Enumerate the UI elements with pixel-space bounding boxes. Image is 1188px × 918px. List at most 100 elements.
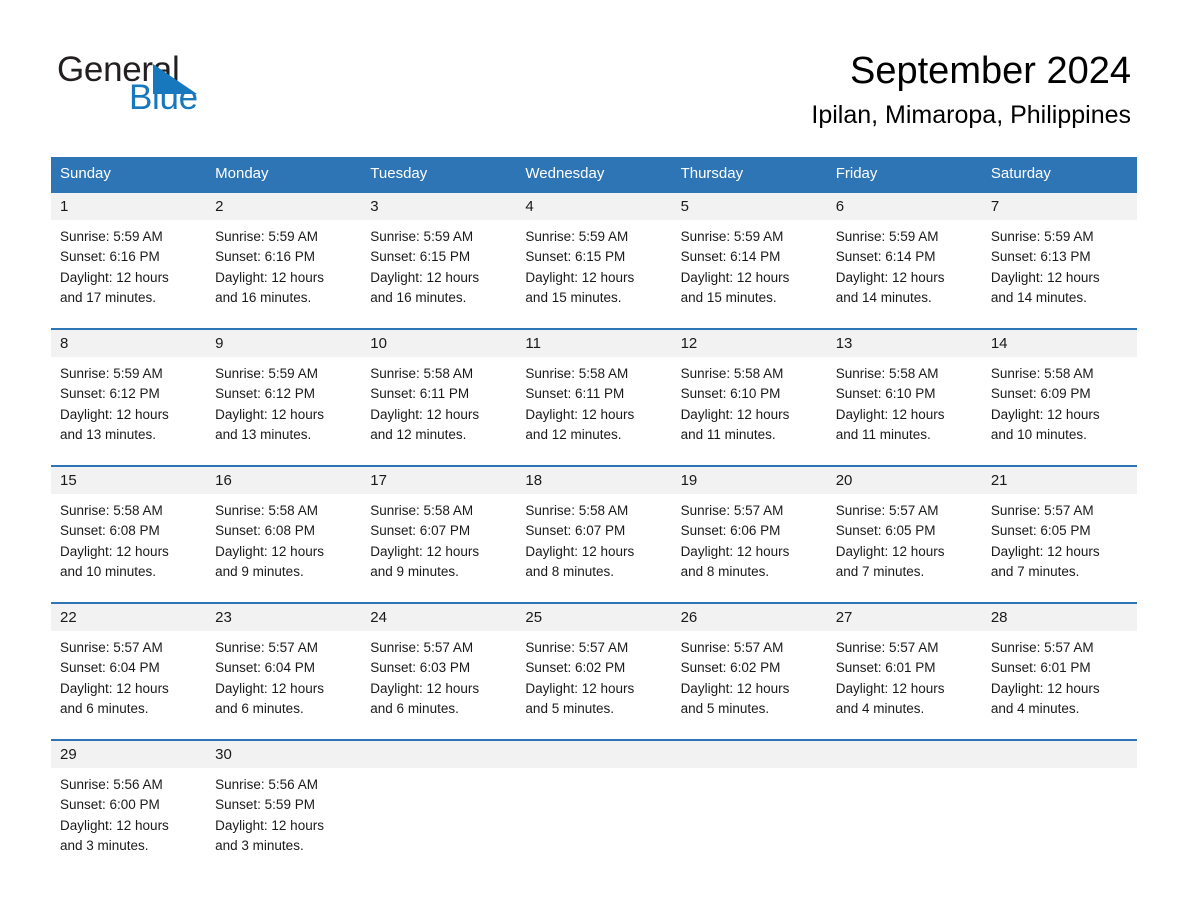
daylight-text-line2: and 10 minutes. [990, 426, 1087, 442]
day-number[interactable]: 1 [51, 193, 206, 220]
daylight-text-line2: and 7 minutes. [835, 563, 925, 579]
daylight-text-line2: and 12 minutes. [525, 426, 622, 442]
daylight-text-line2: and 16 minutes. [370, 289, 467, 305]
day-cell[interactable]: Sunrise: 5:57 AM Sunset: 6:05 PM Dayligh… [982, 494, 1137, 602]
day-cell[interactable]: Sunrise: 5:59 AM Sunset: 6:15 PM Dayligh… [361, 220, 516, 328]
day-number[interactable]: 9 [206, 330, 361, 357]
day-cell[interactable]: Sunrise: 5:57 AM Sunset: 6:01 PM Dayligh… [982, 631, 1137, 739]
sunset-text: Sunset: 6:14 PM [835, 249, 936, 265]
day-number[interactable]: 17 [361, 467, 516, 494]
day-number[interactable]: 18 [516, 467, 671, 494]
sunrise-text: Sunrise: 5:58 AM [680, 366, 784, 381]
day-number[interactable]: 19 [672, 467, 827, 494]
day-number[interactable]: 7 [982, 193, 1137, 220]
daylight-text-line1: Daylight: 12 hours [370, 543, 480, 559]
day-number[interactable]: 23 [206, 604, 361, 631]
day-number[interactable]: 29 [51, 741, 206, 768]
week-daynumber-band: 1 2 3 4 5 6 7 [51, 193, 1137, 220]
daylight-text-line1: Daylight: 12 hours [60, 817, 169, 833]
daylight-text-line2: and 17 minutes. [60, 289, 157, 305]
day-cell[interactable]: Sunrise: 5:59 AM Sunset: 6:14 PM Dayligh… [672, 220, 827, 328]
daylight-text-line1: Daylight: 12 hours [835, 543, 945, 559]
day-cell[interactable]: Sunrise: 5:58 AM Sunset: 6:07 PM Dayligh… [516, 494, 671, 602]
sunset-text: Sunset: 5:59 PM [215, 797, 315, 813]
daylight-text-line2: and 11 minutes. [835, 426, 931, 442]
daylight-text-line2: and 8 minutes. [525, 563, 614, 579]
day-cell[interactable]: Sunrise: 5:59 AM Sunset: 6:12 PM Dayligh… [206, 357, 361, 465]
day-cell[interactable]: Sunrise: 5:57 AM Sunset: 6:05 PM Dayligh… [827, 494, 982, 602]
daylight-text-line2: and 15 minutes. [680, 289, 777, 305]
day-cell[interactable]: Sunrise: 5:59 AM Sunset: 6:16 PM Dayligh… [51, 220, 206, 328]
daylight-text-line2: and 4 minutes. [835, 700, 925, 716]
day-number[interactable]: 11 [516, 330, 671, 357]
day-number[interactable]: 12 [672, 330, 827, 357]
day-number[interactable]: 22 [51, 604, 206, 631]
day-cell[interactable]: Sunrise: 5:58 AM Sunset: 6:10 PM Dayligh… [672, 357, 827, 465]
sunrise-text: Sunrise: 5:57 AM [835, 503, 939, 518]
day-cell[interactable]: Sunrise: 5:59 AM Sunset: 6:14 PM Dayligh… [827, 220, 982, 328]
calendar-week-row: 15 16 17 18 19 20 21 Sunrise: 5:58 AM Su… [51, 465, 1137, 602]
calendar-table: Sunday Monday Tuesday Wednesday Thursday… [51, 157, 1137, 880]
day-cell[interactable]: Sunrise: 5:58 AM Sunset: 6:09 PM Dayligh… [982, 357, 1137, 465]
sunrise-text: Sunrise: 5:59 AM [215, 366, 318, 381]
logo-general-blue[interactable]: General Blue [57, 50, 357, 120]
day-number[interactable]: 16 [206, 467, 361, 494]
day-number[interactable]: 8 [51, 330, 206, 357]
day-cell[interactable]: Sunrise: 5:57 AM Sunset: 6:02 PM Dayligh… [516, 631, 671, 739]
daylight-text-line1: Daylight: 12 hours [835, 269, 945, 285]
sunset-text: Sunset: 6:02 PM [525, 660, 626, 676]
sunrise-text: Sunrise: 5:59 AM [215, 229, 318, 244]
daylight-text-line2: and 5 minutes. [525, 700, 614, 716]
day-number[interactable]: 27 [827, 604, 982, 631]
day-number[interactable]: 6 [827, 193, 982, 220]
day-cell[interactable]: Sunrise: 5:58 AM Sunset: 6:08 PM Dayligh… [206, 494, 361, 602]
day-number[interactable]: 28 [982, 604, 1137, 631]
day-number[interactable]: 24 [361, 604, 516, 631]
day-cell[interactable]: Sunrise: 5:58 AM Sunset: 6:07 PM Dayligh… [361, 494, 516, 602]
day-number[interactable]: 21 [982, 467, 1137, 494]
day-cell[interactable]: Sunrise: 5:58 AM Sunset: 6:11 PM Dayligh… [361, 357, 516, 465]
day-number[interactable]: 30 [206, 741, 361, 768]
day-number[interactable]: 3 [361, 193, 516, 220]
daylight-text-line1: Daylight: 12 hours [215, 817, 324, 833]
day-cell[interactable]: Sunrise: 5:56 AM Sunset: 5:59 PM Dayligh… [206, 768, 361, 880]
sunset-text: Sunset: 6:02 PM [680, 660, 781, 676]
daylight-text-line1: Daylight: 12 hours [60, 680, 169, 696]
daylight-text-line1: Daylight: 12 hours [60, 269, 169, 285]
day-cell[interactable]: Sunrise: 5:57 AM Sunset: 6:03 PM Dayligh… [361, 631, 516, 739]
day-cell[interactable]: Sunrise: 5:57 AM Sunset: 6:04 PM Dayligh… [206, 631, 361, 739]
day-cell[interactable]: Sunrise: 5:59 AM Sunset: 6:15 PM Dayligh… [516, 220, 671, 328]
daylight-text-line2: and 13 minutes. [60, 426, 157, 442]
day-cell[interactable]: Sunrise: 5:58 AM Sunset: 6:10 PM Dayligh… [827, 357, 982, 465]
day-cell[interactable]: Sunrise: 5:56 AM Sunset: 6:00 PM Dayligh… [51, 768, 206, 880]
day-cell[interactable]: Sunrise: 5:57 AM Sunset: 6:02 PM Dayligh… [672, 631, 827, 739]
sunset-text: Sunset: 6:12 PM [60, 386, 160, 402]
weekday-header-thursday: Thursday [680, 165, 744, 182]
sunrise-text: Sunrise: 5:57 AM [680, 640, 784, 655]
day-cell[interactable]: Sunrise: 5:57 AM Sunset: 6:01 PM Dayligh… [827, 631, 982, 739]
weekday-header-sunday: Sunday [60, 165, 111, 182]
sunset-text: Sunset: 6:08 PM [60, 523, 160, 539]
daylight-text-line1: Daylight: 12 hours [525, 269, 635, 285]
day-number[interactable]: 4 [516, 193, 671, 220]
day-cell[interactable]: Sunrise: 5:59 AM Sunset: 6:16 PM Dayligh… [206, 220, 361, 328]
day-number[interactable]: 2 [206, 193, 361, 220]
day-cell[interactable]: Sunrise: 5:57 AM Sunset: 6:04 PM Dayligh… [51, 631, 206, 739]
day-cell[interactable]: Sunrise: 5:57 AM Sunset: 6:06 PM Dayligh… [672, 494, 827, 602]
day-number[interactable]: 25 [516, 604, 671, 631]
day-cell-empty [982, 768, 1137, 880]
logo-text-blue: Blue [129, 78, 198, 117]
day-number[interactable]: 14 [982, 330, 1137, 357]
day-cell[interactable]: Sunrise: 5:58 AM Sunset: 6:08 PM Dayligh… [51, 494, 206, 602]
day-number[interactable]: 10 [361, 330, 516, 357]
day-cell[interactable]: Sunrise: 5:59 AM Sunset: 6:12 PM Dayligh… [51, 357, 206, 465]
day-number[interactable]: 26 [672, 604, 827, 631]
day-number[interactable]: 15 [51, 467, 206, 494]
day-number[interactable]: 13 [827, 330, 982, 357]
daylight-text-line2: and 10 minutes. [60, 563, 157, 579]
sunrise-text: Sunrise: 5:59 AM [990, 229, 1094, 244]
day-cell[interactable]: Sunrise: 5:59 AM Sunset: 6:13 PM Dayligh… [982, 220, 1137, 328]
day-number[interactable]: 5 [672, 193, 827, 220]
day-number[interactable]: 20 [827, 467, 982, 494]
day-cell[interactable]: Sunrise: 5:58 AM Sunset: 6:11 PM Dayligh… [516, 357, 671, 465]
